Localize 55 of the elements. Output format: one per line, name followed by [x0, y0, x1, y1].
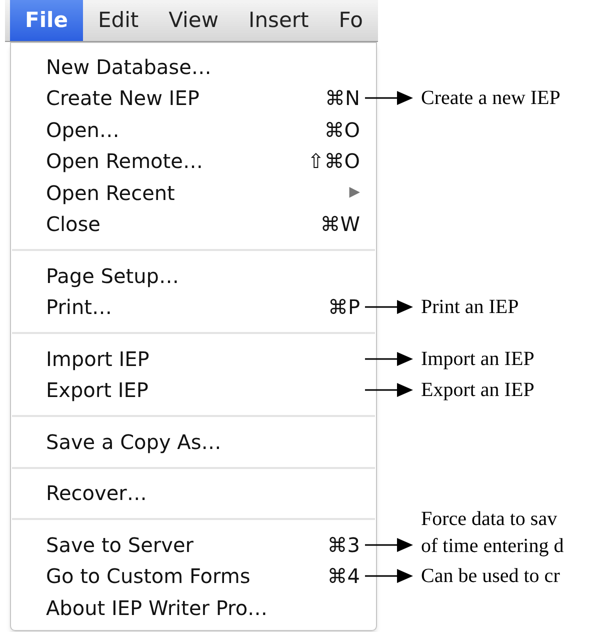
menu-item-label: Create New IEP [46, 85, 200, 112]
menu-item-label: Recover… [46, 480, 147, 508]
shortcut: ⌘4 [327, 563, 360, 590]
shortcut: ⌘W [320, 211, 360, 238]
menu-item[interactable]: Recover… [46, 478, 360, 508]
menu-item[interactable]: Page Setup… [46, 260, 360, 291]
menu-item[interactable]: Print… ⌘P [46, 292, 360, 322]
menu-item-label: Import IEP [46, 346, 150, 373]
arrow [365, 350, 413, 367]
shortcut: ⌘O [324, 116, 360, 144]
menu-item[interactable]: Import IEP [46, 344, 360, 374]
menu-item-label: Open Recent [46, 180, 175, 207]
menu-item-label: Open Remote… [46, 148, 203, 176]
annotation: Print an IEP [421, 295, 519, 320]
menu-bar-item[interactable]: Edit [82, 0, 154, 41]
arrow [365, 568, 413, 584]
menu-bar-item[interactable]: Insert [234, 0, 324, 41]
menu-item-label: Page Setup… [46, 262, 179, 290]
menu-item[interactable]: Open Remote… ⇧⌘O [46, 146, 360, 176]
shortcut: ⌘N [325, 85, 360, 112]
menu-item-label: New Database… [46, 54, 212, 81]
menu-item-label: Open… [46, 116, 120, 144]
menu-item[interactable]: Create New IEP ⌘N [46, 83, 360, 114]
annotation: Export an IEP [421, 378, 534, 404]
annotation: Create a new IEP [421, 86, 560, 112]
menu-item-label: Go to Custom Forms [46, 563, 250, 590]
menu-item[interactable]: Open Recent ▶ [46, 178, 360, 208]
menu-item-label: Print… [46, 294, 112, 322]
menu-item-label: Export IEP [46, 377, 148, 404]
menu-bar-item[interactable]: Fo [324, 0, 378, 41]
menu-item-label: Save a Copy As… [46, 428, 222, 456]
arrow [365, 382, 413, 398]
annotation: Can be used to cr [421, 564, 560, 590]
menu-item[interactable]: Close ⌘W [46, 209, 360, 240]
annotation: Import an IEP [421, 346, 534, 372]
submenu-arrow: ▶ [349, 183, 360, 202]
menu-bar-item[interactable]: View [154, 0, 234, 41]
menu-item[interactable]: Save to Server ⌘3 [46, 530, 360, 560]
arrow [365, 90, 413, 106]
shortcut: ⇧⌘O [308, 148, 360, 176]
menu-bar-item[interactable]: File [10, 0, 83, 41]
menu-item[interactable]: Save a Copy As… [46, 426, 360, 457]
arrow [365, 299, 413, 316]
menu-item[interactable]: Export IEP [46, 375, 360, 406]
menu-item-label: Close [46, 211, 100, 238]
shortcut: ⌘3 [327, 532, 360, 559]
shortcut: ⌘P [328, 294, 360, 322]
menu-item-label: Save to Server [46, 532, 194, 559]
menu-item[interactable]: New Database… [46, 52, 360, 82]
menu-item[interactable]: Open… ⌘O [46, 114, 360, 145]
arrow [365, 536, 413, 553]
menu-item[interactable]: Go to Custom Forms ⌘4 [46, 561, 360, 592]
menu-item-label: About IEP Writer Pro… [46, 594, 268, 622]
annotation: Force data to sav of time entering d [421, 506, 564, 559]
menu-item[interactable]: About IEP Writer Pro… [46, 592, 360, 623]
